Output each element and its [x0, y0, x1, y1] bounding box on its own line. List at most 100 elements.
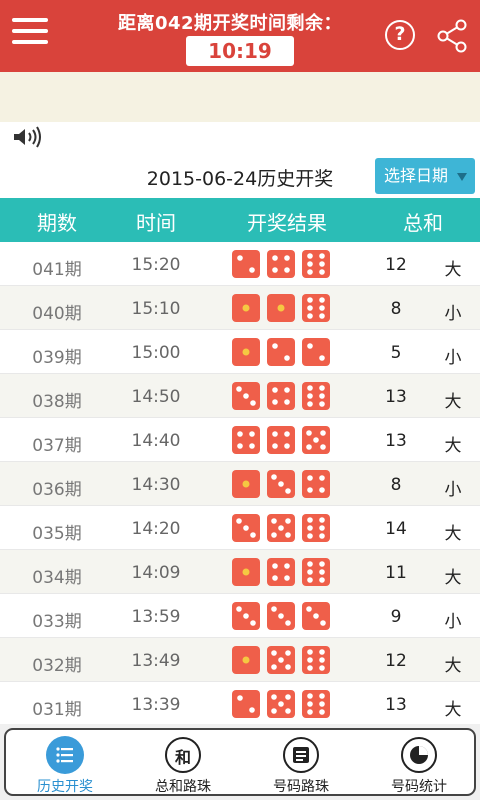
die-face-6-icon: [302, 690, 330, 718]
history-date-title: 2015-06-24历史开奖: [146, 168, 334, 190]
size-label: 小: [444, 304, 462, 324]
nav-tab-card[interactable]: 号码路珠: [242, 730, 360, 798]
size-label: 大: [444, 392, 462, 412]
table-row[interactable]: 033期 13:59 9 小: [0, 594, 480, 638]
die-face-1-icon: [232, 338, 260, 366]
die-face-4-icon: [232, 426, 260, 454]
dice-result: [232, 338, 342, 366]
sum-icon: 和: [164, 736, 202, 774]
die-face-5-icon: [267, 690, 295, 718]
die-face-2-icon: [302, 338, 330, 366]
header-issue: 期数: [37, 211, 77, 235]
die-face-5-icon: [302, 426, 330, 454]
nav-label: 总和路珠: [155, 779, 211, 795]
dice-sum: 12: [385, 255, 407, 275]
dice-result: [232, 250, 342, 278]
share-icon[interactable]: [434, 18, 470, 54]
issue-number: 039期: [32, 348, 82, 368]
die-face-2-icon: [232, 690, 260, 718]
draw-time: 13:39: [131, 695, 181, 715]
dice-result: [232, 514, 342, 542]
dice-result: [232, 294, 342, 322]
dice-sum: 13: [385, 387, 407, 407]
countdown-time: 10:19: [186, 36, 294, 66]
select-date-button[interactable]: 选择日期: [375, 158, 475, 194]
dice-sum: 5: [390, 343, 402, 363]
die-face-1-icon: [232, 470, 260, 498]
die-face-6-icon: [302, 514, 330, 542]
nav-tab-pie-chart[interactable]: 号码统计: [360, 730, 478, 798]
header-sum: 总和: [403, 211, 443, 235]
table-row[interactable]: 041期 15:20 12 大: [0, 242, 480, 286]
nav-tab-sum[interactable]: 和总和路珠: [124, 730, 242, 798]
issue-number: 035期: [32, 524, 82, 544]
draw-time: 14:09: [131, 563, 181, 583]
dice-sum: 9: [390, 607, 402, 627]
die-face-6-icon: [302, 294, 330, 322]
die-face-3-icon: [232, 602, 260, 630]
table-header: 期数 时间 开奖结果 总和: [0, 198, 480, 242]
top-bar: 距离042期开奖时间剩余： 10:19 ?: [0, 0, 480, 72]
dice-result: [232, 558, 342, 586]
dice-result: [232, 646, 342, 674]
die-face-4-icon: [267, 426, 295, 454]
size-label: 小: [444, 612, 462, 632]
list-icon: [46, 736, 84, 774]
size-label: 大: [444, 568, 462, 588]
bottom-nav: 历史开奖和总和路珠 号码路珠 号码统计: [0, 724, 480, 800]
issue-number: 034期: [32, 568, 82, 588]
dropdown-caret-icon: [457, 173, 467, 181]
card-icon: [282, 736, 320, 774]
die-face-1-icon: [232, 646, 260, 674]
size-label: 大: [444, 656, 462, 676]
issue-number: 038期: [32, 392, 82, 412]
hamburger-icon[interactable]: [12, 18, 48, 48]
table-row[interactable]: 035期 14:20 14 大: [0, 506, 480, 550]
draw-time: 15:10: [131, 299, 181, 319]
dice-result: [232, 426, 342, 454]
header-time: 时间: [136, 211, 176, 235]
issue-number: 031期: [32, 700, 82, 720]
dice-result: [232, 382, 342, 410]
speaker-icon[interactable]: [12, 125, 42, 149]
nav-label: 号码路珠: [273, 779, 329, 795]
die-face-3-icon: [232, 514, 260, 542]
pie-chart-icon: [400, 736, 438, 774]
banner-area: [0, 72, 480, 122]
dice-sum: 8: [390, 475, 402, 495]
draw-time: 14:50: [131, 387, 181, 407]
help-icon[interactable]: ?: [385, 20, 415, 50]
dice-sum: 13: [385, 695, 407, 715]
dice-sum: 13: [385, 431, 407, 451]
table-row[interactable]: 040期 15:10 8 小: [0, 286, 480, 330]
table-row[interactable]: 039期 15:00 5 小: [0, 330, 480, 374]
sum-glyph: 和: [174, 748, 191, 767]
select-date-label: 选择日期: [384, 166, 449, 185]
draw-time: 14:30: [131, 475, 181, 495]
size-label: 大: [444, 436, 462, 456]
die-face-2-icon: [267, 338, 295, 366]
dice-sum: 12: [385, 651, 407, 671]
issue-number: 033期: [32, 612, 82, 632]
size-label: 大: [444, 524, 462, 544]
table-row[interactable]: 037期 14:40 13 大: [0, 418, 480, 462]
table-row[interactable]: 031期 13:39 13 大: [0, 682, 480, 726]
table-row[interactable]: 036期 14:30 8 小: [0, 462, 480, 506]
size-label: 小: [444, 480, 462, 500]
issue-number: 037期: [32, 436, 82, 456]
die-face-3-icon: [232, 382, 260, 410]
table-row[interactable]: 032期 13:49 12 大: [0, 638, 480, 682]
dice-sum: 14: [385, 519, 407, 539]
dice-sum: 8: [390, 299, 402, 319]
table-row[interactable]: 034期 14:09 11 大: [0, 550, 480, 594]
die-face-4-icon: [302, 470, 330, 498]
die-face-4-icon: [267, 382, 295, 410]
draw-time: 13:59: [131, 607, 181, 627]
bottom-nav-frame: 历史开奖和总和路珠 号码路珠 号码统计: [4, 728, 476, 796]
table-row[interactable]: 038期 14:50 13 大: [0, 374, 480, 418]
die-face-3-icon: [267, 470, 295, 498]
die-face-2-icon: [232, 250, 260, 278]
date-bar: 2015-06-24历史开奖 选择日期: [0, 154, 480, 198]
nav-tab-list[interactable]: 历史开奖: [6, 730, 124, 798]
die-face-1-icon: [232, 294, 260, 322]
